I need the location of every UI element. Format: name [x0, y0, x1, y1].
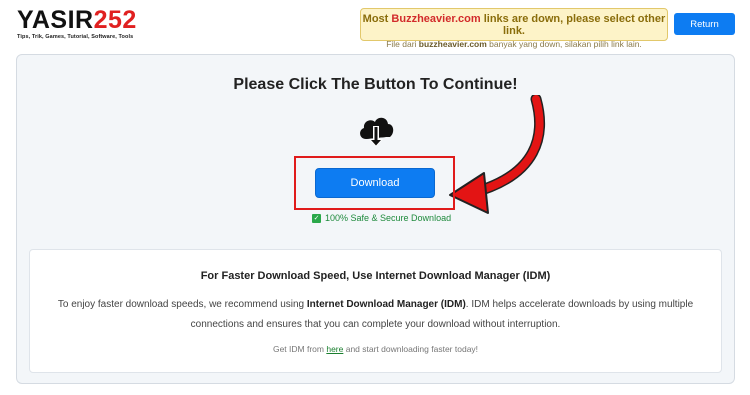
- page-title: Please Click The Button To Continue!: [233, 76, 518, 93]
- notice-title-suffix: links are down, please select other link…: [480, 13, 666, 37]
- top-bar: YASIR252 Tips, Trik, Games, Tutorial, So…: [0, 0, 750, 49]
- notice-sub-site: buzzheavier.com: [418, 39, 487, 49]
- notice-title-prefix: Most: [362, 13, 392, 25]
- idm-footer-suffix: and start downloading faster today!: [343, 344, 479, 354]
- idm-description: To enjoy faster download speeds, we reco…: [40, 295, 711, 335]
- idm-link[interactable]: here: [326, 344, 343, 354]
- notice-site: Buzzheavier.com: [391, 13, 481, 25]
- secure-download-badge: ✓ 100% Safe & Secure Download: [312, 213, 451, 223]
- logo-text: YASIR252: [17, 7, 137, 33]
- notice-sub-suffix: banyak yang down, silakan pilih link lai…: [486, 39, 642, 49]
- return-button[interactable]: Return: [674, 13, 735, 35]
- download-button[interactable]: Download: [315, 168, 435, 198]
- site-logo[interactable]: YASIR252 Tips, Trik, Games, Tutorial, So…: [17, 7, 137, 40]
- idm-text-prefix: To enjoy faster download speeds, we reco…: [57, 299, 307, 310]
- idm-info-card: For Faster Download Speed, Use Internet …: [29, 249, 722, 373]
- logo-suffix: 252: [93, 6, 137, 34]
- curved-arrow-icon: [449, 95, 546, 214]
- download-panel: Please Click The Button To Continue! Dow…: [16, 54, 735, 384]
- secure-text: 100% Safe & Secure Download: [325, 213, 452, 223]
- idm-text-bold: Internet Download Manager (IDM): [306, 299, 466, 310]
- notice-banner: Most Buzzheavier.com links are down, ple…: [360, 8, 668, 49]
- notice-sub-prefix: File dari: [386, 39, 419, 49]
- logo-prefix: YASIR: [17, 6, 94, 34]
- check-icon: ✓: [312, 213, 321, 223]
- notice-subtitle: File dari buzzheavier.com banyak yang do…: [361, 39, 667, 49]
- cloud-download-icon: [360, 117, 394, 147]
- idm-title: For Faster Download Speed, Use Internet …: [200, 270, 551, 282]
- notice-title: Most Buzzheavier.com links are down, ple…: [361, 13, 667, 37]
- logo-tagline: Tips, Trik, Games, Tutorial, Software, T…: [17, 34, 134, 40]
- idm-footer: Get IDM from here and start downloading …: [30, 344, 721, 354]
- idm-footer-prefix: Get IDM from: [272, 344, 327, 354]
